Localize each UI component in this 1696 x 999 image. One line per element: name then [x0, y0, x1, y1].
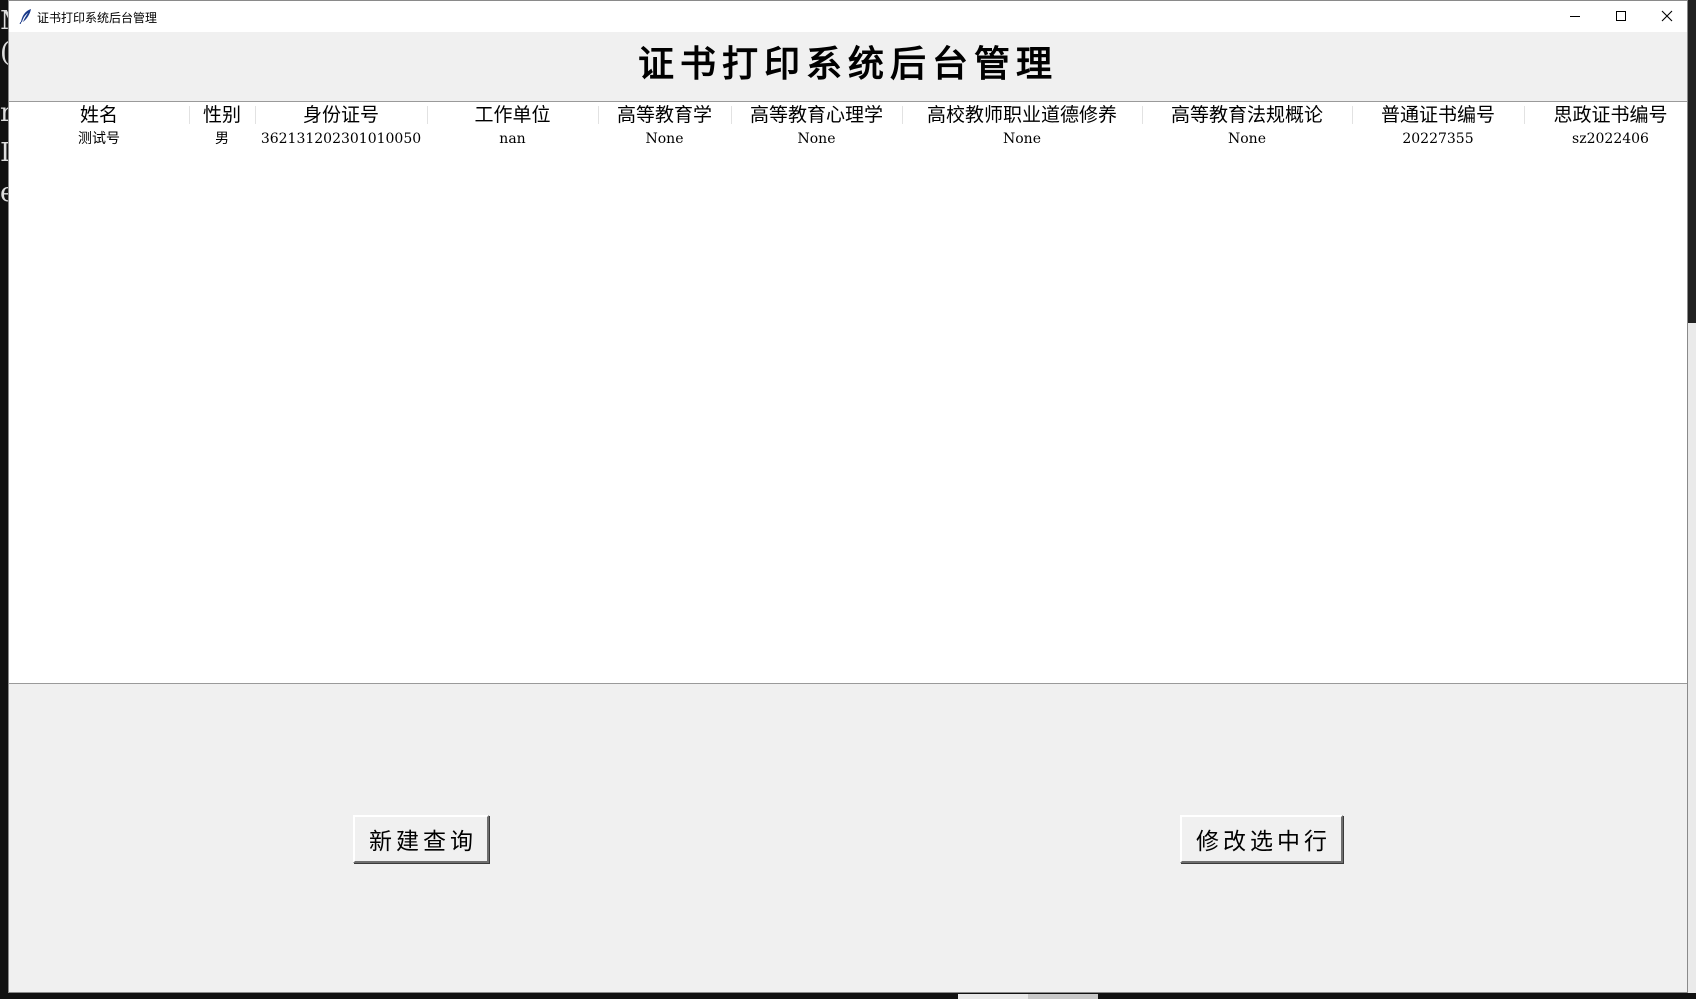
column-header-teacher-ethics[interactable]: 高校教师职业道德修养 [902, 102, 1142, 128]
column-header-general-cert-no[interactable]: 普通证书编号 [1352, 102, 1524, 128]
cell-id-number: 362131202301010050 [260, 131, 422, 147]
cell-general-cert-no: 20227355 [1402, 131, 1474, 147]
column-header-education-psychology[interactable]: 高等教育心理学 [731, 102, 902, 128]
cell-workplace: nan [499, 131, 526, 147]
cell-higher-education: None [645, 131, 684, 147]
minimize-icon [1569, 7, 1581, 26]
records-table[interactable]: 姓名 性别 身份证号 工作单位 高等教育学 高等教育心理学 高校教师职业道德修养… [9, 101, 1687, 684]
column-header-gender[interactable]: 性别 [189, 102, 255, 128]
column-header-education-law[interactable]: 高等教育法规概论 [1142, 102, 1352, 128]
header: 证书打印系统后台管理 [9, 32, 1687, 101]
cell-gender: 男 [215, 131, 229, 147]
cell-political-cert-no: sz2022406 [1572, 131, 1649, 147]
action-panel: 新建查询 修改选中行 [9, 684, 1687, 992]
title-bar[interactable]: 证书打印系统后台管理 [9, 1, 1687, 32]
close-button[interactable] [1644, 1, 1690, 32]
table-row[interactable]: 测试号 男 362131202301010050 nan None None N… [9, 128, 1687, 150]
minimize-button[interactable] [1552, 1, 1598, 32]
cell-education-psychology: None [797, 131, 836, 147]
column-header-political-cert-no[interactable]: 思政证书编号 [1524, 102, 1696, 128]
background-taskbar [0, 993, 1696, 999]
app-window: 证书打印系统后台管理 证书打印系统后台管理 姓名 性别 身份证号 工作单位 高等… [8, 0, 1688, 993]
new-query-button[interactable]: 新建查询 [353, 815, 489, 863]
edit-selected-row-button[interactable]: 修改选中行 [1180, 815, 1343, 863]
column-header-id-number[interactable]: 身份证号 [255, 102, 427, 128]
maximize-button[interactable] [1598, 1, 1644, 32]
cell-teacher-ethics: None [1003, 131, 1041, 147]
feather-icon [19, 8, 33, 25]
close-icon [1661, 7, 1673, 26]
column-header-name[interactable]: 姓名 [9, 102, 189, 128]
cell-education-law: None [1228, 131, 1266, 147]
column-header-workplace[interactable]: 工作单位 [427, 102, 598, 128]
window-title: 证书打印系统后台管理 [37, 11, 158, 25]
table-header: 姓名 性别 身份证号 工作单位 高等教育学 高等教育心理学 高校教师职业道德修养… [9, 102, 1687, 128]
column-header-higher-education[interactable]: 高等教育学 [598, 102, 731, 128]
page-title: 证书打印系统后台管理 [637, 43, 1058, 85]
maximize-icon [1615, 7, 1627, 26]
cell-name: 测试号 [78, 131, 120, 147]
